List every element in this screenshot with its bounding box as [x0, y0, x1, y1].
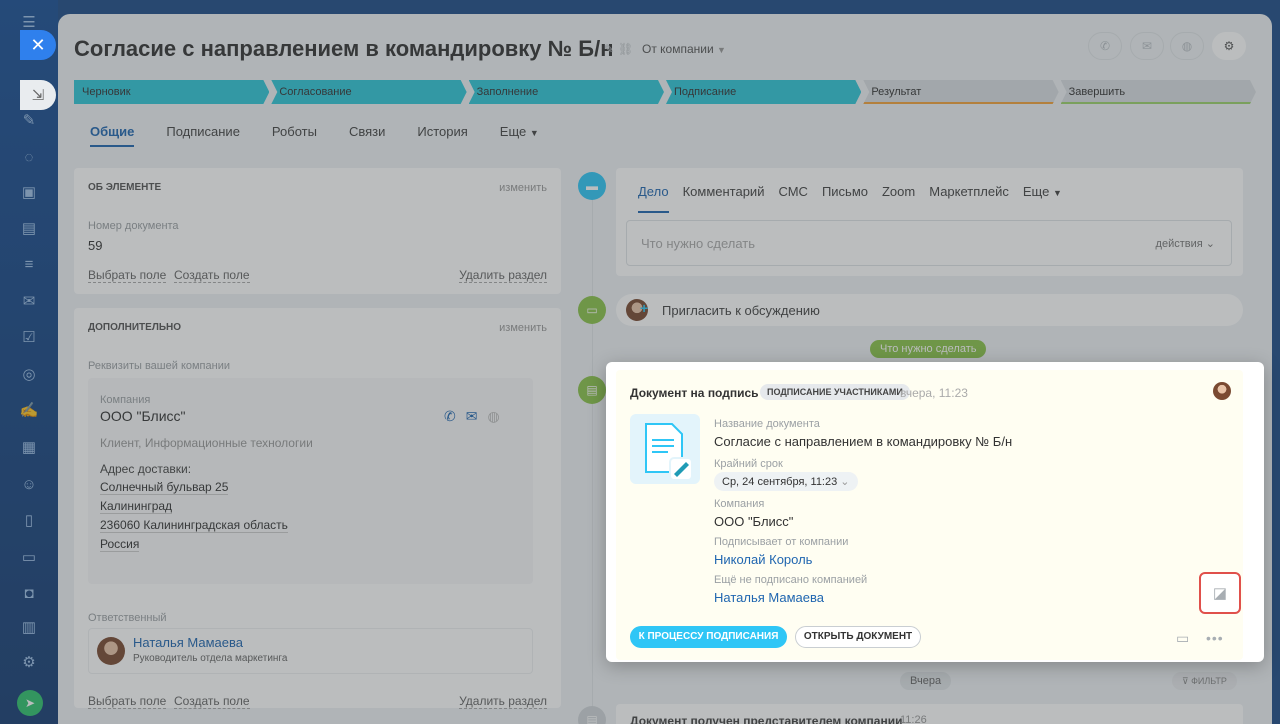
name-label: Название документа — [714, 418, 820, 430]
close-button[interactable]: ✕ — [20, 30, 56, 60]
deadline-chip[interactable]: Ср, 24 сентября, 11:23 ⌄ — [714, 472, 858, 491]
document-icon — [630, 414, 700, 484]
signing-process-button[interactable]: К ПРОЦЕССУ ПОДПИСАНИЯ — [630, 626, 787, 648]
note-icon[interactable]: ▭ — [1176, 630, 1189, 647]
open-document-button[interactable]: ОТКРЫТЬ ДОКУМЕНТ — [795, 626, 921, 648]
doc-time: вчера, 11:23 — [900, 386, 968, 400]
signing-document-popup: Документ на подпись ПОДПИСАНИЕ УЧАСТНИКА… — [606, 362, 1264, 662]
deadline-label: Крайний срок — [714, 458, 783, 470]
document-card: Документ на подпись ПОДПИСАНИЕ УЧАСТНИКА… — [616, 370, 1243, 660]
unsigned-link[interactable]: Наталья Мамаева — [714, 590, 824, 605]
name-value: Согласие с направлением в командировку №… — [714, 434, 1013, 449]
minimize-button[interactable]: ⇲ — [20, 80, 56, 110]
status-badge: ПОДПИСАНИЕ УЧАСТНИКАМИ — [760, 384, 910, 400]
more-icon[interactable]: ••• — [1206, 630, 1224, 646]
signer-link[interactable]: Николай Король — [714, 552, 812, 567]
chevron-down-icon: ⌄ — [840, 476, 850, 488]
deadline-value: Ср, 24 сентября, 11:23 — [722, 476, 838, 488]
signer-label: Подписывает от компании — [714, 536, 849, 548]
unsigned-label: Ещё не подписано компанией — [714, 574, 868, 586]
avatar[interactable] — [1213, 382, 1231, 400]
add-comment-icon[interactable]: ◪ — [1199, 572, 1241, 614]
company-label: Компания — [714, 498, 765, 510]
company-value: ООО "Блисс" — [714, 514, 794, 529]
doc-title: Документ на подпись — [630, 386, 759, 400]
